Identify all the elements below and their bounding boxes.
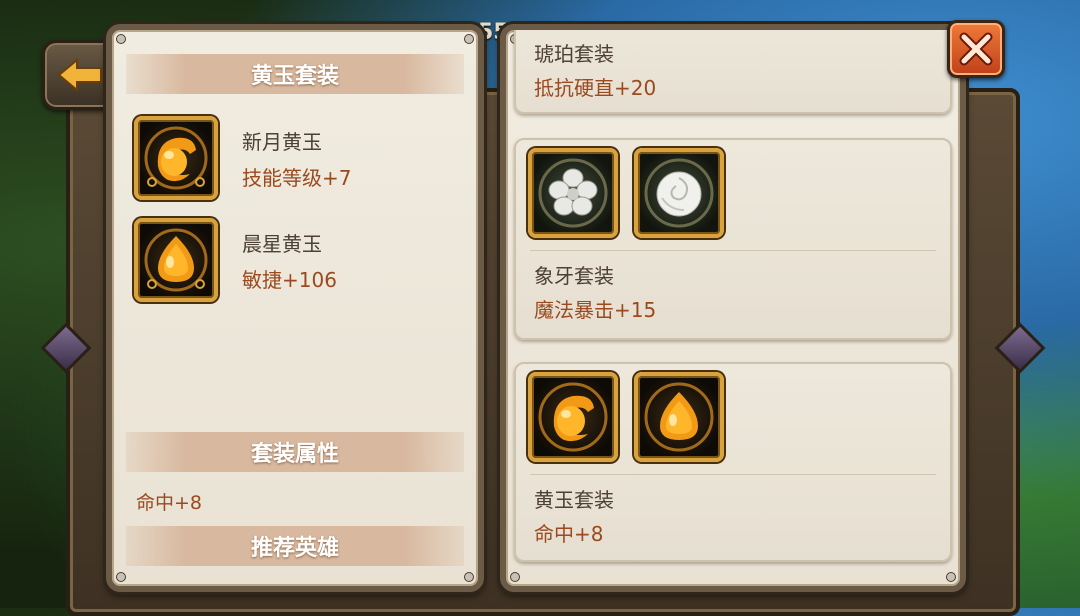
set-list-panel[interactable]: 琥珀套装 抵抗硬直+20 象牙套装 魔法暴击+15 黄玉套装 命中+8: [500, 24, 966, 592]
morning-star-topaz-icon[interactable]: [634, 372, 724, 462]
close-icon: [959, 32, 993, 66]
rivet: [116, 572, 126, 582]
set-card-amber[interactable]: 琥珀套装 抵抗硬直+20: [514, 30, 952, 114]
close-button[interactable]: [947, 20, 1005, 78]
crescent-topaz-icon[interactable]: [528, 372, 618, 462]
rivet: [946, 572, 956, 582]
set-card-name: 黄玉套装: [534, 488, 614, 512]
rivet: [464, 572, 474, 582]
gem-name-2: 晨星黄玉: [242, 232, 322, 256]
set-attributes-value: 命中+8: [136, 492, 203, 514]
set-card-name: 象牙套装: [534, 264, 614, 288]
gem-stat-1: 技能等级+7: [242, 166, 352, 190]
gem-stat-2: 敏捷+106: [242, 268, 337, 292]
crescent-topaz-icon[interactable]: [134, 116, 218, 200]
rivet: [510, 572, 520, 582]
set-attributes-header: 套装属性: [126, 432, 464, 472]
rivet: [116, 34, 126, 44]
set-card-stat: 抵抗硬直+20: [534, 76, 657, 100]
morning-star-topaz-icon[interactable]: [134, 218, 218, 302]
ivory-rose-icon[interactable]: [634, 148, 724, 238]
set-card-stat: 命中+8: [534, 522, 604, 546]
set-title: 黄玉套装: [126, 54, 464, 94]
card-divider: [530, 474, 936, 475]
selected-set-panel: 黄玉套装 新月黄玉 技能等级+7 晨星黄玉 敏捷+106 套装属性 命中+8 推…: [106, 24, 484, 592]
set-card-stat: 魔法暴击+15: [534, 298, 657, 322]
set-card-ivory[interactable]: 象牙套装 魔法暴击+15: [514, 138, 952, 340]
set-card-topaz[interactable]: 黄玉套装 命中+8: [514, 362, 952, 562]
card-divider: [530, 250, 936, 251]
rivet: [464, 34, 474, 44]
recommended-heroes-header: 推荐英雄: [126, 526, 464, 566]
gem-name-1: 新月黄玉: [242, 130, 322, 154]
back-arrow-icon: [57, 58, 102, 92]
set-card-name: 琥珀套装: [534, 42, 614, 66]
ivory-flower-icon[interactable]: [528, 148, 618, 238]
